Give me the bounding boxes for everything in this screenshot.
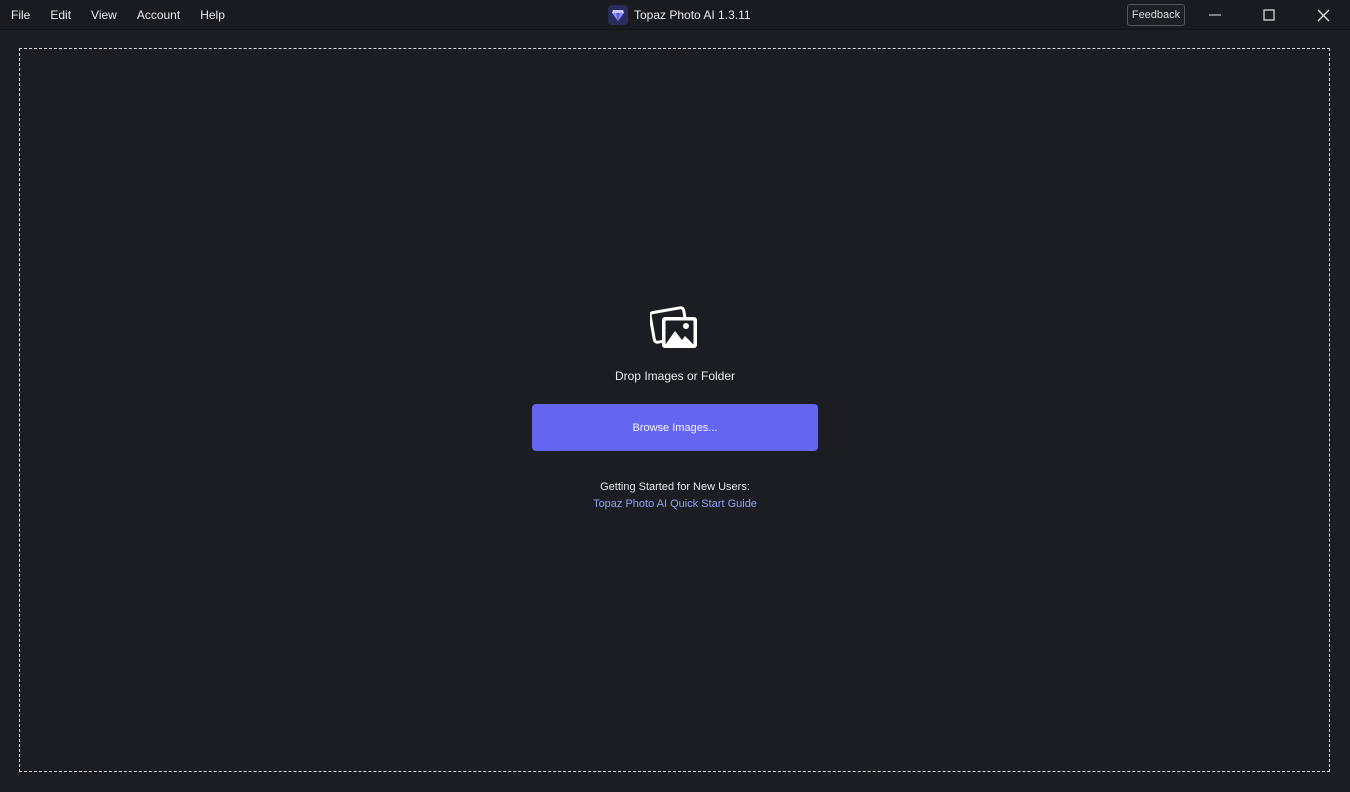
close-icon — [1317, 9, 1329, 21]
feedback-button[interactable]: Feedback — [1127, 4, 1185, 26]
title-bar: File Edit View Account Help Topaz Photo … — [0, 0, 1350, 30]
menu-bar: File Edit View Account Help — [0, 0, 234, 30]
close-button[interactable] — [1296, 0, 1350, 30]
menu-account[interactable]: Account — [126, 0, 189, 30]
drop-label: Drop Images or Folder — [614, 369, 736, 383]
photos-icon — [650, 306, 697, 348]
browse-images-button[interactable]: Browse Images... — [532, 404, 818, 451]
minimize-button[interactable] — [1188, 0, 1242, 30]
topaz-logo-icon — [608, 5, 628, 25]
quick-start-guide-link-text[interactable]: Topaz Photo AI Quick Start Guide — [593, 498, 757, 510]
getting-started-text: Getting Started for New Users: — [600, 481, 750, 493]
menu-view[interactable]: View — [80, 0, 126, 30]
minimize-icon — [1209, 14, 1221, 16]
window-title: Topaz Photo AI 1.3.11 — [634, 8, 751, 22]
maximize-button[interactable] — [1242, 0, 1296, 30]
menu-help[interactable]: Help — [189, 0, 234, 30]
quick-start-guide-link: Topaz Photo AI Quick Start Guide — [0, 498, 1350, 510]
maximize-icon — [1263, 9, 1275, 21]
menu-file[interactable]: File — [0, 0, 39, 30]
menu-edit[interactable]: Edit — [39, 0, 80, 30]
window-title-area: Topaz Photo AI 1.3.11 — [608, 4, 751, 26]
